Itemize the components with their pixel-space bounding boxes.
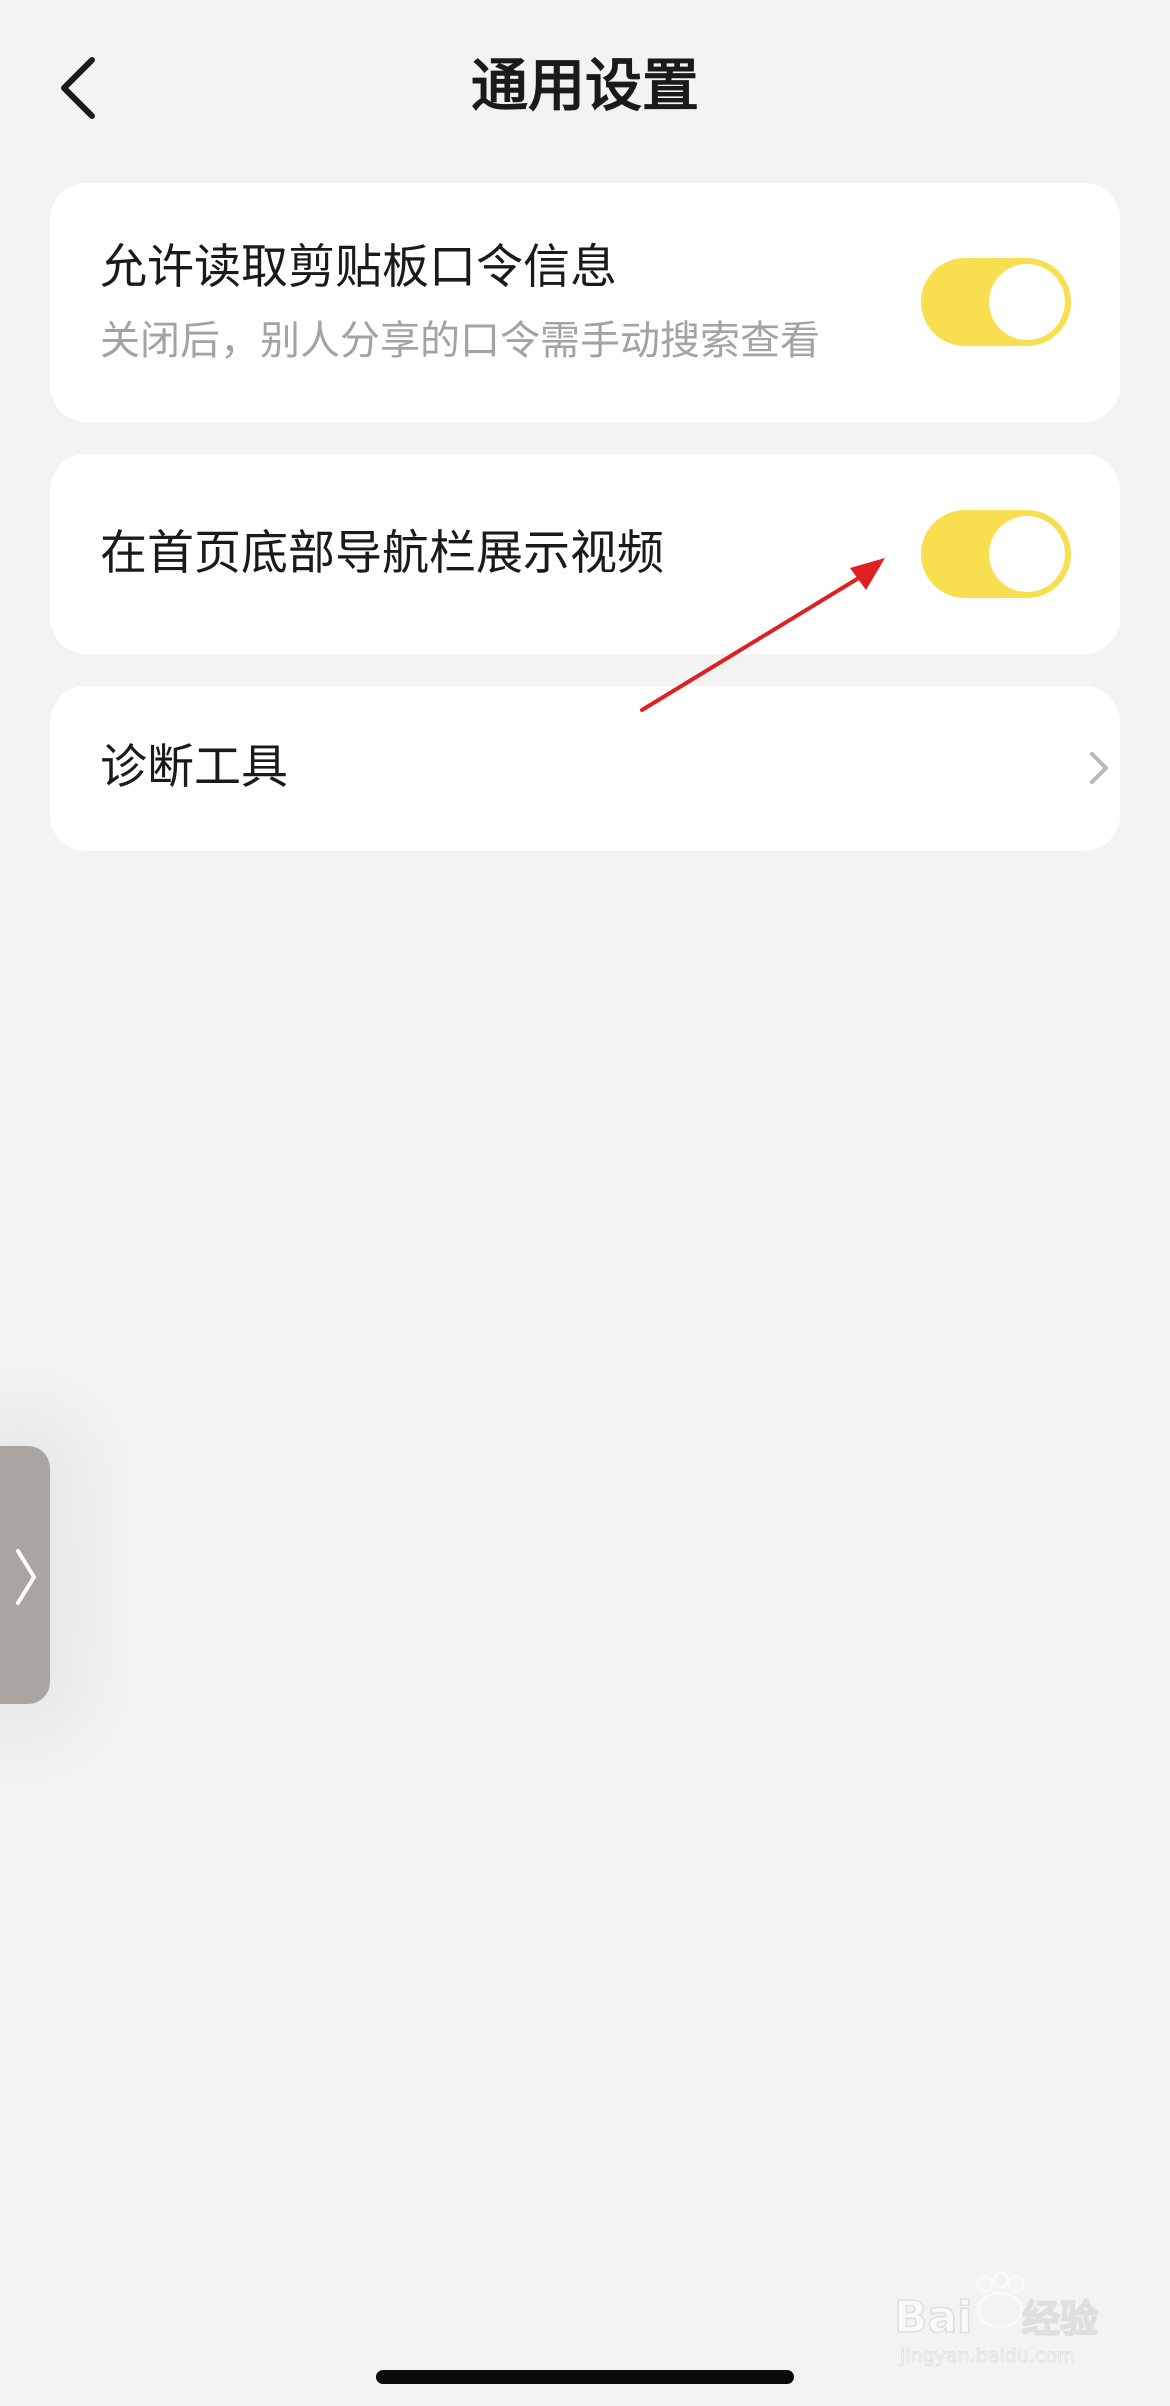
nav-bar: 通用设置	[0, 0, 1170, 172]
chevron-right-icon	[16, 1549, 36, 1605]
baidu-jingyan-watermark: Bai 经验 jingyan.baidu.com	[893, 2271, 1099, 2367]
setting-card-clipboard: 允许读取剪贴板口令信息 关闭后，别人分享的口令需手动搜索查看	[50, 183, 1120, 422]
toggle-knob	[989, 264, 1065, 340]
svg-text:jingyan.baidu.com: jingyan.baidu.com	[899, 2345, 1075, 2367]
setting-title-diagnostics: 诊断工具	[100, 740, 288, 795]
setting-row-diagnostics[interactable]: 诊断工具	[50, 686, 1120, 851]
toggle-show-video[interactable]	[921, 510, 1071, 598]
chevron-right-icon	[1090, 752, 1108, 784]
toggle-clipboard[interactable]	[921, 258, 1071, 346]
setting-card-video: 在首页底部导航栏展示视频	[50, 454, 1120, 654]
side-drawer-handle[interactable]	[0, 1446, 50, 1704]
setting-title-clipboard: 允许读取剪贴板口令信息	[100, 240, 617, 295]
toggle-knob	[989, 516, 1065, 592]
svg-text:经验: 经验	[1022, 2297, 1098, 2341]
svg-text:Bai: Bai	[894, 2292, 972, 2343]
setting-subtitle-clipboard: 关闭后，别人分享的口令需手动搜索查看	[100, 318, 820, 364]
home-indicator[interactable]	[376, 2370, 794, 2384]
page-title: 通用设置	[471, 53, 699, 119]
setting-title-video: 在首页底部导航栏展示视频	[100, 526, 664, 581]
